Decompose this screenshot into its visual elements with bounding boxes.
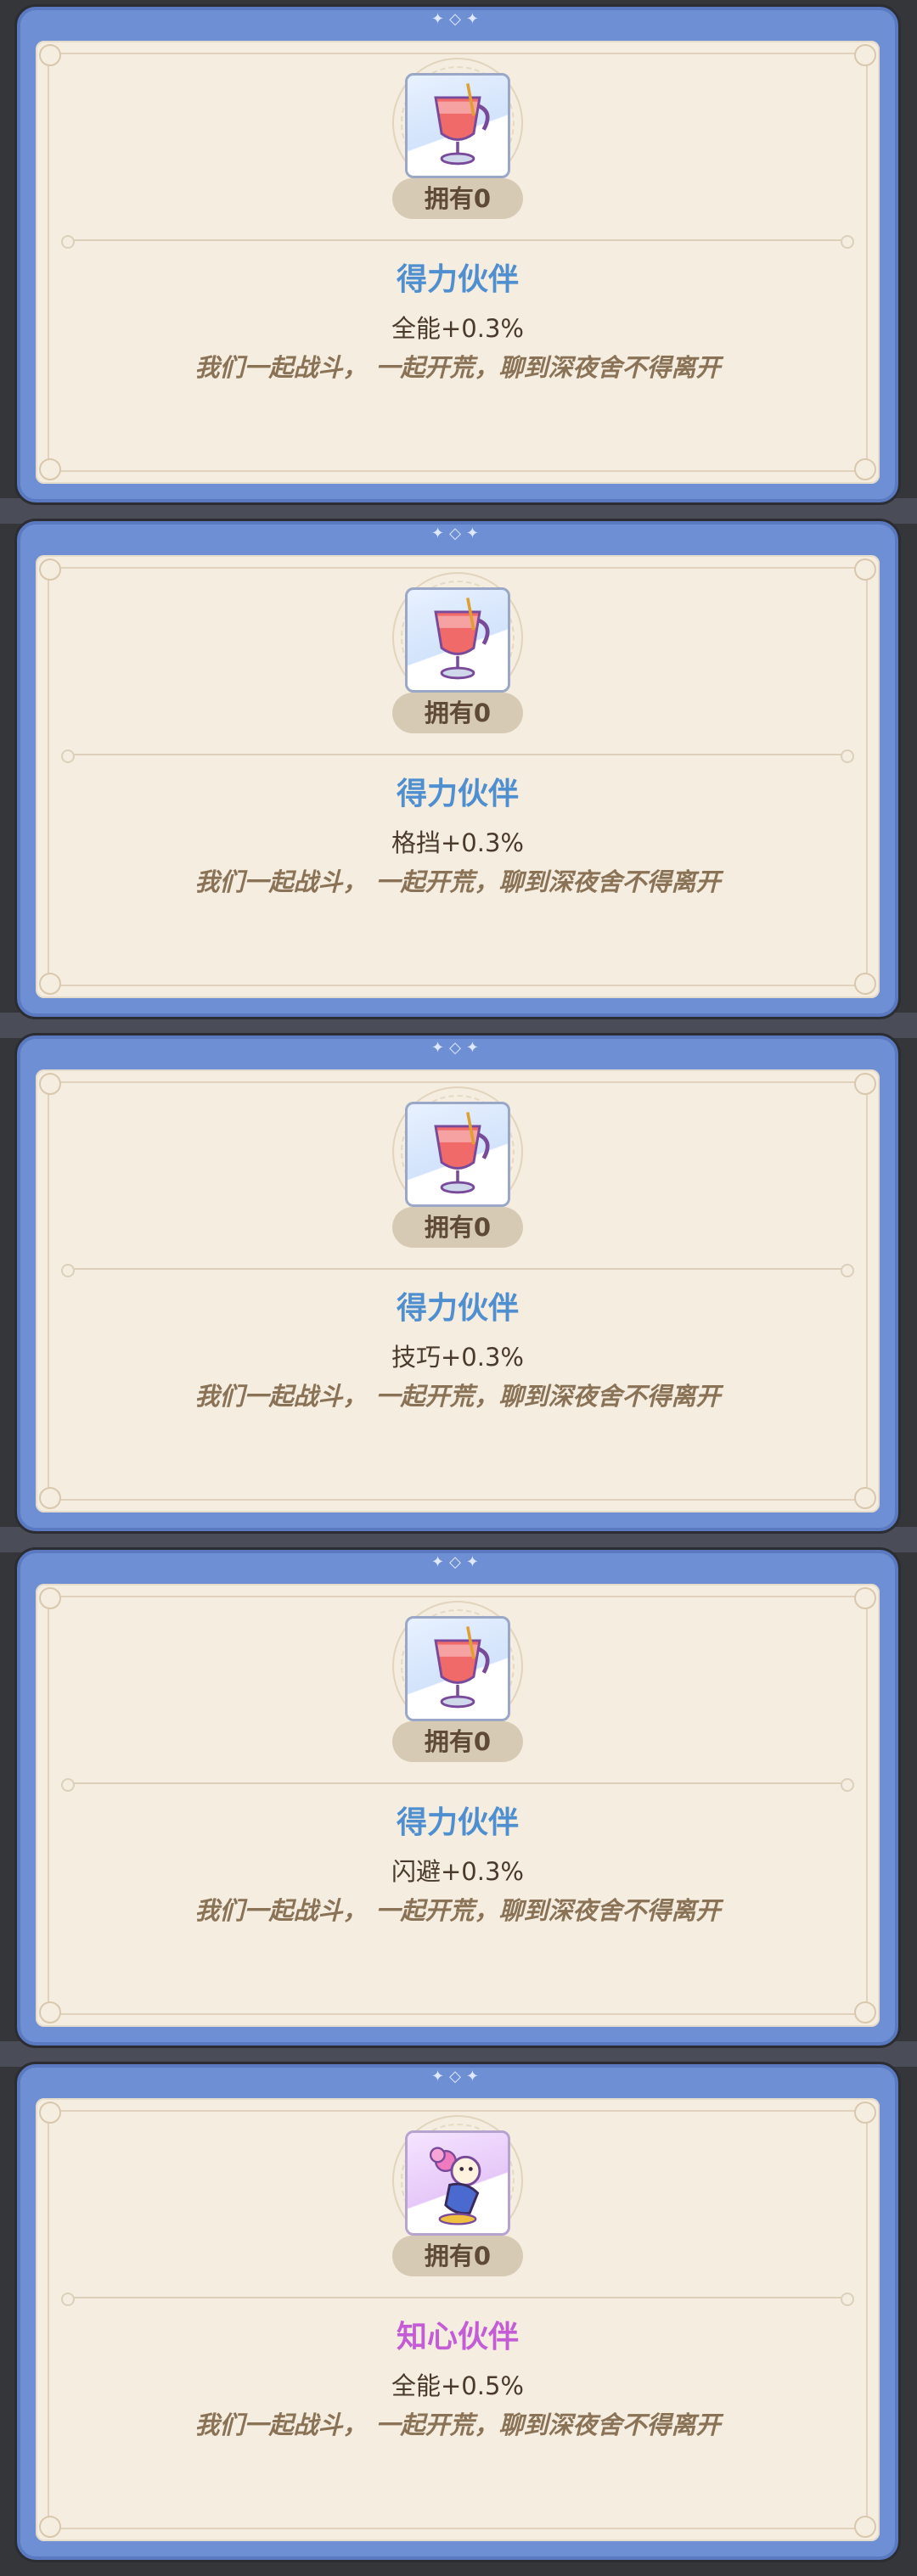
card-title: 得力伙伴	[396, 777, 519, 811]
ornament-icon: ✦◇✦	[430, 525, 485, 542]
flavor-text: 我们一起战斗， 一起开荒，聊到深夜舍不得离开	[194, 867, 721, 896]
stat-bonus: 全能+0.3%	[391, 314, 524, 343]
item-slot[interactable]	[405, 73, 510, 178]
corner-ornament-icon	[39, 2516, 61, 2538]
divider	[61, 235, 854, 249]
stat-bonus: 技巧+0.3%	[391, 1343, 524, 1372]
partner-card[interactable]: ✦◇✦ 拥有0 得力伙伴 技巧+0.3% 我们一起战斗， 一起开荒，聊到深夜舍不…	[17, 1035, 898, 1531]
card-panel: 拥有0 得力伙伴 全能+0.3% 我们一起战斗， 一起开荒，聊到深夜舍不得离开	[36, 41, 880, 484]
owned-count-badge: 拥有0	[392, 693, 523, 733]
ornament-icon: ✦◇✦	[430, 10, 485, 28]
corner-ornament-icon	[39, 1587, 61, 1609]
divider	[61, 2293, 854, 2306]
owned-count-badge: 拥有0	[392, 2236, 523, 2276]
stat-bonus: 闪避+0.3%	[391, 1857, 524, 1886]
item-slot[interactable]	[405, 1616, 510, 1721]
corner-ornament-icon	[854, 44, 876, 66]
card-title: 知心伙伴	[396, 2320, 519, 2354]
card-panel: 拥有0 知心伙伴 全能+0.5% 我们一起战斗， 一起开荒，聊到深夜舍不得离开	[36, 2098, 880, 2541]
partner-card[interactable]: ✦◇✦ 拥有0 知心伙伴 全能+0.5% 我们一起战斗， 一起开荒，聊到深夜舍不…	[17, 2064, 898, 2560]
partner-card[interactable]: ✦◇✦ 拥有0 得力伙伴 闪避+0.3% 我们一起战斗， 一起开荒，聊到深夜舍不…	[17, 1550, 898, 2046]
flavor-text: 我们一起战斗， 一起开荒，聊到深夜舍不得离开	[194, 1382, 721, 1411]
corner-ornament-icon	[39, 973, 61, 995]
card-panel: 拥有0 得力伙伴 格挡+0.3% 我们一起战斗， 一起开荒，聊到深夜舍不得离开	[36, 555, 880, 998]
corner-ornament-icon	[854, 973, 876, 995]
cocktail-glass-icon	[434, 1626, 490, 1709]
corner-ornament-icon	[39, 1487, 61, 1509]
cocktail-glass-icon	[434, 598, 490, 680]
flower-doll-icon	[429, 2147, 481, 2225]
ornament-icon: ✦◇✦	[430, 1553, 485, 1571]
card-title: 得力伙伴	[396, 1805, 519, 1840]
corner-ornament-icon	[854, 1073, 876, 1095]
corner-ornament-icon	[854, 2001, 876, 2023]
divider	[61, 749, 854, 763]
item-slot[interactable]	[405, 587, 510, 693]
corner-ornament-icon	[854, 1587, 876, 1609]
corner-ornament-icon	[39, 44, 61, 66]
ornament-icon: ✦◇✦	[430, 1039, 485, 1057]
ornament-icon: ✦◇✦	[430, 2068, 485, 2085]
owned-count-badge: 拥有0	[392, 1207, 523, 1248]
partner-card[interactable]: ✦◇✦ 拥有0 得力伙伴 全能+0.3% 我们一起战斗， 一起开荒，聊到深夜舍不…	[17, 7, 898, 502]
divider	[61, 1778, 854, 1792]
corner-ornament-icon	[854, 2516, 876, 2538]
corner-ornament-icon	[854, 558, 876, 581]
corner-ornament-icon	[39, 1073, 61, 1095]
corner-ornament-icon	[854, 458, 876, 480]
owned-count-badge: 拥有0	[392, 178, 523, 219]
flavor-text: 我们一起战斗， 一起开荒，聊到深夜舍不得离开	[194, 353, 721, 382]
cocktail-glass-icon	[434, 83, 490, 166]
corner-ornament-icon	[39, 458, 61, 480]
corner-ornament-icon	[39, 2102, 61, 2124]
owned-count-badge: 拥有0	[392, 1721, 523, 1762]
card-panel: 拥有0 得力伙伴 闪避+0.3% 我们一起战斗， 一起开荒，聊到深夜舍不得离开	[36, 1584, 880, 2027]
corner-ornament-icon	[854, 2102, 876, 2124]
corner-ornament-icon	[39, 2001, 61, 2023]
card-panel: 拥有0 得力伙伴 技巧+0.3% 我们一起战斗， 一起开荒，聊到深夜舍不得离开	[36, 1069, 880, 1512]
stat-bonus: 格挡+0.3%	[391, 828, 524, 857]
corner-ornament-icon	[854, 1487, 876, 1509]
cocktail-glass-icon	[434, 1112, 490, 1194]
card-title: 得力伙伴	[396, 262, 519, 297]
card-title: 得力伙伴	[396, 1291, 519, 1326]
corner-ornament-icon	[39, 558, 61, 581]
item-slot[interactable]	[405, 1102, 510, 1207]
flavor-text: 我们一起战斗， 一起开荒，聊到深夜舍不得离开	[194, 1896, 721, 1925]
stat-bonus: 全能+0.5%	[391, 2371, 524, 2400]
partner-card[interactable]: ✦◇✦ 拥有0 得力伙伴 格挡+0.3% 我们一起战斗， 一起开荒，聊到深夜舍不…	[17, 521, 898, 1017]
flavor-text: 我们一起战斗， 一起开荒，聊到深夜舍不得离开	[194, 2410, 721, 2439]
divider	[61, 1264, 854, 1277]
item-slot[interactable]	[405, 2130, 510, 2236]
